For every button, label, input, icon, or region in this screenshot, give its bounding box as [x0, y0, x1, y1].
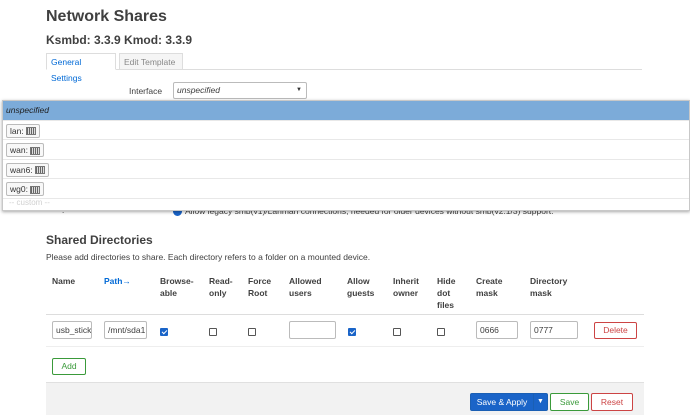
interface-chip-label: lan: [10, 125, 24, 136]
force-root-checkbox[interactable] [248, 328, 256, 336]
interface-chip-label: wan6: [10, 164, 33, 175]
column-header-force-root: Force Root [248, 276, 272, 298]
version-info: Ksmbd: 3.3.9 Kmod: 3.3.9 [46, 33, 193, 47]
interface-chip-label: wg0: [10, 184, 28, 194]
footer-action-bar: Save & Apply ▼ Save Reset [46, 382, 644, 415]
interface-select[interactable]: unspecified ▼ [173, 82, 307, 99]
interface-select-value: unspecified [177, 85, 221, 95]
save-apply-menu-button[interactable]: ▼ [533, 393, 548, 411]
directory-mask-input[interactable]: 0777 [530, 321, 578, 339]
column-header-name: Name [52, 276, 76, 286]
column-header-path[interactable]: Path→ [104, 275, 131, 287]
tab-edit-template[interactable]: Edit Template [119, 53, 183, 70]
shares-table: Name Path→ Browse- able Read- only Force… [46, 268, 644, 383]
browseable-checkbox[interactable] [160, 328, 168, 336]
section-title: Shared Directories [46, 233, 153, 247]
allowed-users-input[interactable] [289, 321, 336, 339]
add-share-button[interactable]: Add [52, 358, 86, 375]
allow-guests-checkbox[interactable] [348, 328, 356, 336]
dropdown-option-label: unspecified [6, 105, 50, 115]
tab-bar: General Settings Edit Template [46, 53, 642, 83]
dropdown-option-lan[interactable]: lan: [3, 121, 689, 140]
column-header-directory-mask: Directory mask [530, 276, 568, 298]
tab-general-settings[interactable]: General Settings [46, 53, 116, 83]
interface-chip: wg0: [6, 182, 44, 196]
interface-chip-label: wan: [10, 145, 28, 155]
interface-label: Interface [129, 86, 163, 96]
dropdown-option-wg0[interactable]: wg0: [3, 179, 689, 199]
column-header-allowed-users: Allowed users [289, 276, 322, 298]
column-header-create-mask: Create mask [476, 276, 503, 298]
delete-button[interactable]: Delete [594, 322, 637, 339]
column-header-allow-guests: Allow guests [347, 276, 375, 298]
column-header-inherit-owner: Inherit owner [393, 276, 419, 298]
dropdown-custom-option[interactable]: -- custom -- [9, 198, 50, 207]
reset-button[interactable]: Reset [591, 393, 633, 411]
share-path-input[interactable]: /mnt/sda1 [104, 321, 147, 339]
read-only-checkbox[interactable] [209, 328, 217, 336]
chevron-down-icon: ▼ [296, 87, 302, 93]
column-header-read-only: Read- only [209, 276, 233, 298]
save-button[interactable]: Save [550, 393, 589, 411]
dropdown-option-wan[interactable]: wan: [3, 140, 689, 160]
section-description: Please add directories to share. Each di… [46, 252, 371, 262]
dropdown-option-wan6[interactable]: wan6: [3, 160, 689, 179]
column-header-browseable: Browse- able [160, 276, 194, 298]
column-header-hide-dot-files: Hide dot files [437, 276, 456, 310]
page-title: Network Shares [46, 8, 167, 25]
table-row: usb_stick /mnt/sda1 0666 0777 Delete [46, 315, 644, 347]
network-interface-icon [29, 146, 40, 155]
interface-chip: wan6: [6, 162, 49, 177]
interface-dropdown: unspecified lan: wan: wan6: wg0: -- cust… [2, 100, 690, 211]
interface-chip: lan: [6, 123, 40, 138]
inherit-owner-checkbox[interactable] [393, 328, 401, 336]
interface-chip: wan: [6, 143, 44, 157]
table-header: Name Path→ Browse- able Read- only Force… [46, 268, 644, 315]
chevron-down-icon: ▼ [537, 398, 544, 405]
network-interface-icon [34, 166, 45, 175]
share-name-input[interactable]: usb_stick [52, 321, 92, 339]
vpn-interface-icon [29, 185, 40, 194]
create-mask-input[interactable]: 0666 [476, 321, 518, 339]
dropdown-option-unspecified[interactable]: unspecified [3, 101, 689, 121]
network-interface-icon [25, 127, 36, 136]
hide-dot-files-checkbox[interactable] [437, 328, 445, 336]
save-apply-button[interactable]: Save & Apply [470, 393, 534, 411]
